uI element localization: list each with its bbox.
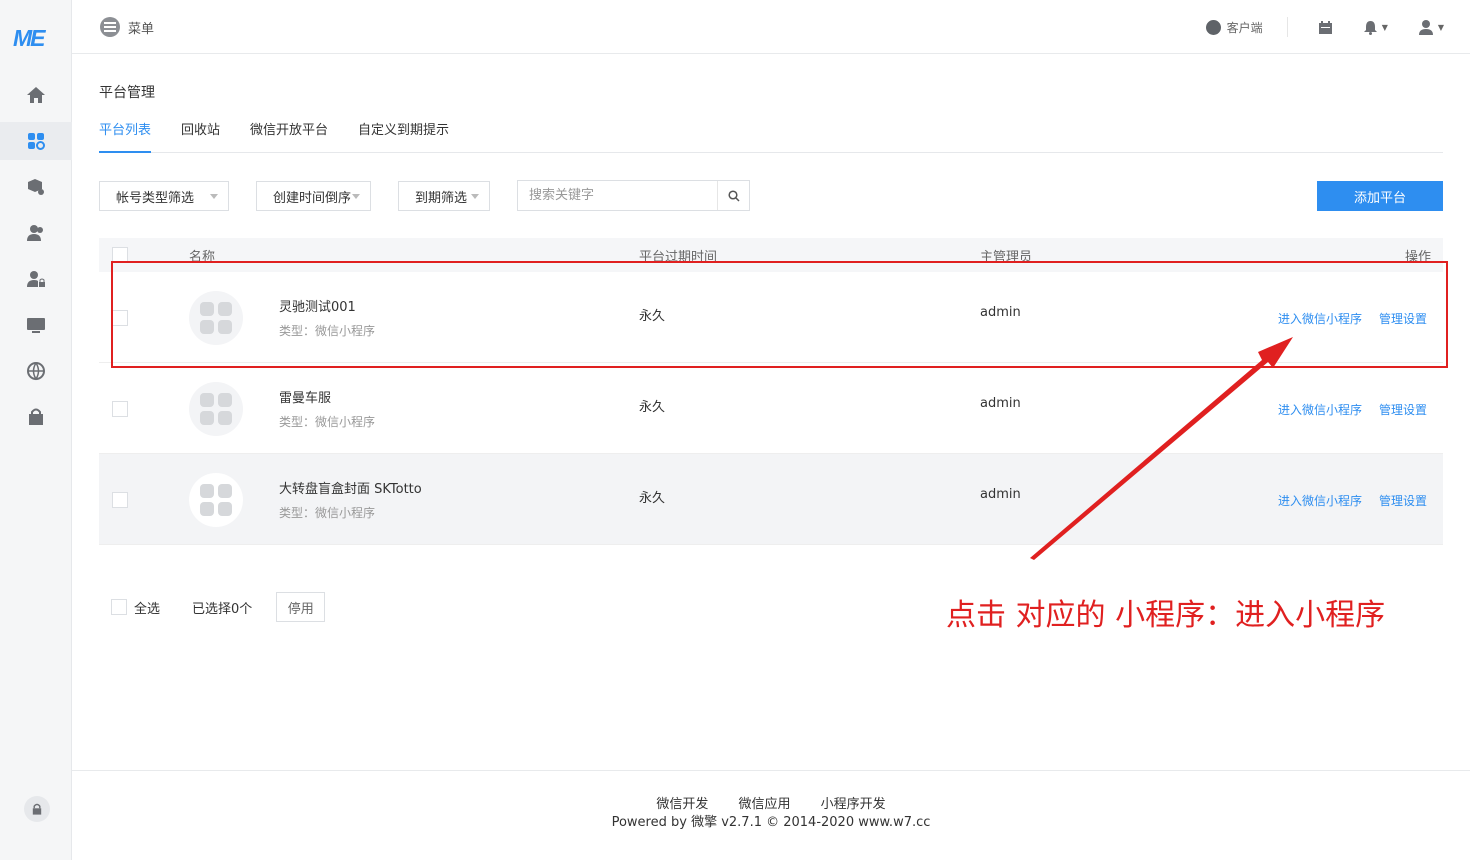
expire-filter[interactable]: 到期筛选	[398, 181, 490, 211]
admin-name: admin	[980, 396, 1021, 411]
annotation-highlight-box	[111, 261, 1448, 368]
menu-button[interactable]: 菜单	[100, 17, 154, 37]
client-icon	[1205, 19, 1221, 35]
user-menu-button[interactable]: ▼	[1418, 19, 1444, 35]
tab-bar: 平台列表 回收站 微信开放平台 自定义到期提示	[99, 122, 1443, 153]
enter-miniprogram-link[interactable]: 进入微信小程序	[1278, 492, 1362, 509]
client-button[interactable]: 客户端	[1205, 17, 1288, 37]
select-all-label: 全选	[134, 601, 161, 617]
chevron-down-icon	[471, 194, 479, 199]
miniprogram-icon	[200, 393, 232, 425]
account-type-filter[interactable]: 帐号类型筛选	[99, 181, 229, 211]
nav-users[interactable]	[0, 214, 72, 252]
chevron-down-icon	[210, 194, 218, 199]
footer-link-miniprogram-dev[interactable]: 小程序开发	[821, 797, 886, 812]
nav-permissions[interactable]	[0, 260, 72, 298]
home-icon	[27, 87, 45, 103]
chevron-down-icon	[352, 194, 360, 199]
bag-icon	[29, 408, 43, 425]
manage-settings-link[interactable]: 管理设置	[1379, 401, 1427, 418]
nav-modules[interactable]	[0, 168, 72, 206]
calendar-button[interactable]	[1318, 20, 1333, 35]
calendar-icon	[1318, 20, 1332, 34]
expire-time: 永久	[639, 491, 666, 506]
bell-icon	[1363, 20, 1377, 35]
admin-name: admin	[980, 487, 1021, 502]
nav-apps[interactable]	[0, 122, 72, 160]
users-icon	[27, 225, 43, 241]
enter-miniprogram-link[interactable]: 进入微信小程序	[1278, 401, 1362, 418]
expire-time: 永久	[639, 400, 666, 415]
app-type: 类型：微信小程序	[279, 506, 376, 520]
menu-label: 菜单	[128, 21, 155, 37]
app-name: 雷曼车服	[279, 391, 332, 406]
selected-count: 已选择0个	[192, 601, 253, 617]
topbar: 菜单 客户端 ▼ ▼	[72, 0, 1470, 54]
monitor-icon	[27, 318, 45, 333]
chevron-down-icon: ▼	[1437, 22, 1444, 32]
app-avatar	[189, 473, 243, 527]
nav-home[interactable]	[0, 76, 72, 114]
search-box	[517, 180, 750, 211]
app-name: 大转盘盲盒封面 SKTotto	[279, 482, 422, 497]
copyright: Powered by 微擎 v2.7.1 © 2014-2020 www.w7.…	[611, 815, 931, 830]
table-row: 大转盘盲盒封面 SKTotto 类型：微信小程序 永久 admin 进入微信小程…	[99, 454, 1443, 545]
row-checkbox[interactable]	[112, 401, 128, 417]
row-checkbox[interactable]	[112, 492, 128, 508]
nav-store[interactable]	[0, 398, 72, 436]
logo[interactable]: ME	[13, 25, 45, 52]
app-avatar	[189, 382, 243, 436]
search-input[interactable]	[518, 181, 718, 210]
lock-screen-button[interactable]	[24, 796, 50, 822]
app-type: 类型：微信小程序	[279, 415, 376, 429]
footer: 微信开发 微信应用 小程序开发 Powered by 微擎 v2.7.1 © 2…	[72, 770, 1470, 860]
nav-system[interactable]	[0, 306, 72, 344]
expire-filter-label: 到期筛选	[415, 190, 468, 206]
top-right-tools: 客户端 ▼ ▼	[1205, 17, 1444, 37]
globe-icon	[27, 362, 45, 381]
menu-icon	[100, 17, 120, 37]
user-icon	[1418, 20, 1433, 35]
tab-custom-expire-notice[interactable]: 自定义到期提示	[358, 122, 449, 153]
manage-settings-link[interactable]: 管理设置	[1379, 492, 1427, 509]
footer-link-wechat-apps[interactable]: 微信应用	[738, 797, 790, 812]
client-label: 客户端	[1226, 20, 1263, 35]
lock-icon	[32, 803, 42, 815]
disable-button[interactable]: 停用	[276, 592, 326, 622]
search-button[interactable]	[717, 181, 749, 210]
create-time-sort[interactable]: 创建时间倒序	[256, 181, 371, 211]
annotation-text: 点击 对应的 小程序：进入小程序	[946, 598, 1386, 633]
chevron-down-icon: ▼	[1381, 22, 1388, 32]
miniprogram-icon	[200, 484, 232, 516]
table-row: 雷曼车服 类型：微信小程序 永久 admin 进入微信小程序 管理设置	[99, 363, 1443, 454]
footer-links: 微信开发 微信应用 小程序开发	[72, 793, 1470, 812]
page-title: 平台管理	[99, 85, 155, 101]
add-platform-button[interactable]: 添加平台	[1317, 181, 1443, 211]
account-type-filter-label: 帐号类型筛选	[116, 190, 195, 206]
tab-platform-list[interactable]: 平台列表	[99, 122, 152, 153]
user-lock-icon	[27, 271, 45, 287]
select-all-checkbox[interactable]	[111, 599, 127, 615]
apps-icon	[28, 133, 45, 150]
cube-icon	[28, 179, 44, 195]
footer-link-wechat-dev[interactable]: 微信开发	[656, 797, 708, 812]
sidebar: ME	[0, 0, 72, 860]
tab-recycle-bin[interactable]: 回收站	[181, 122, 220, 153]
search-icon	[727, 189, 740, 202]
tab-wechat-open-platform[interactable]: 微信开放平台	[250, 122, 328, 153]
create-time-sort-label: 创建时间倒序	[273, 190, 352, 206]
notifications-button[interactable]: ▼	[1363, 20, 1388, 35]
bulk-actions: 全选 已选择0个 停用	[111, 592, 326, 622]
nav-site[interactable]	[0, 352, 72, 390]
